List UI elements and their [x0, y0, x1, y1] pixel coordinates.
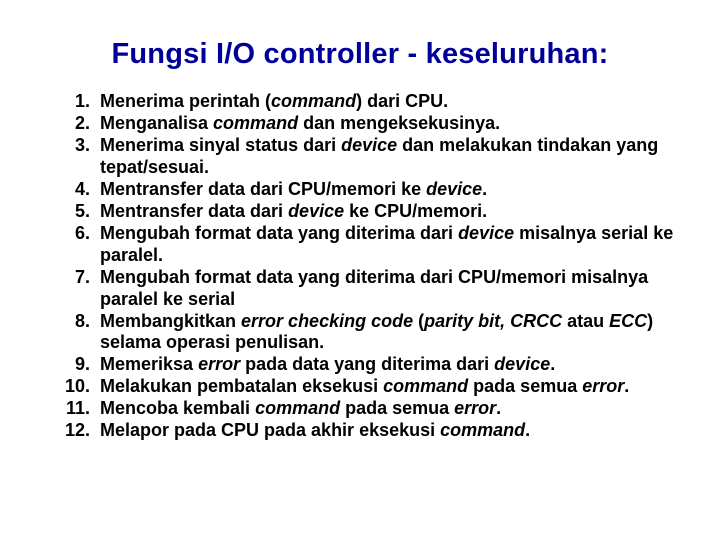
list-item: Mentransfer data dari device ke CPU/memo… — [96, 201, 676, 223]
list-item: Menerima perintah (command) dari CPU. — [96, 91, 676, 113]
list-item: Mengubah format data yang diterima dari … — [96, 223, 676, 267]
function-list: Menerima perintah (command) dari CPU.Men… — [44, 91, 676, 442]
list-item: Mengubah format data yang diterima dari … — [96, 267, 676, 311]
list-item: Membangkitkan error checking code (parit… — [96, 311, 676, 355]
list-item: Mentransfer data dari CPU/memori ke devi… — [96, 179, 676, 201]
list-item: Menganalisa command dan mengeksekusinya. — [96, 113, 676, 135]
list-item: Memeriksa error pada data yang diterima … — [96, 354, 676, 376]
slide-title: Fungsi I/O controller - keseluruhan: — [44, 38, 676, 71]
slide: Fungsi I/O controller - keseluruhan: Men… — [0, 0, 720, 540]
list-item: Melakukan pembatalan eksekusi command pa… — [96, 376, 676, 398]
list-item: Menerima sinyal status dari device dan m… — [96, 135, 676, 179]
list-item: Mencoba kembali command pada semua error… — [96, 398, 676, 420]
list-item: Melapor pada CPU pada akhir eksekusi com… — [96, 420, 676, 442]
